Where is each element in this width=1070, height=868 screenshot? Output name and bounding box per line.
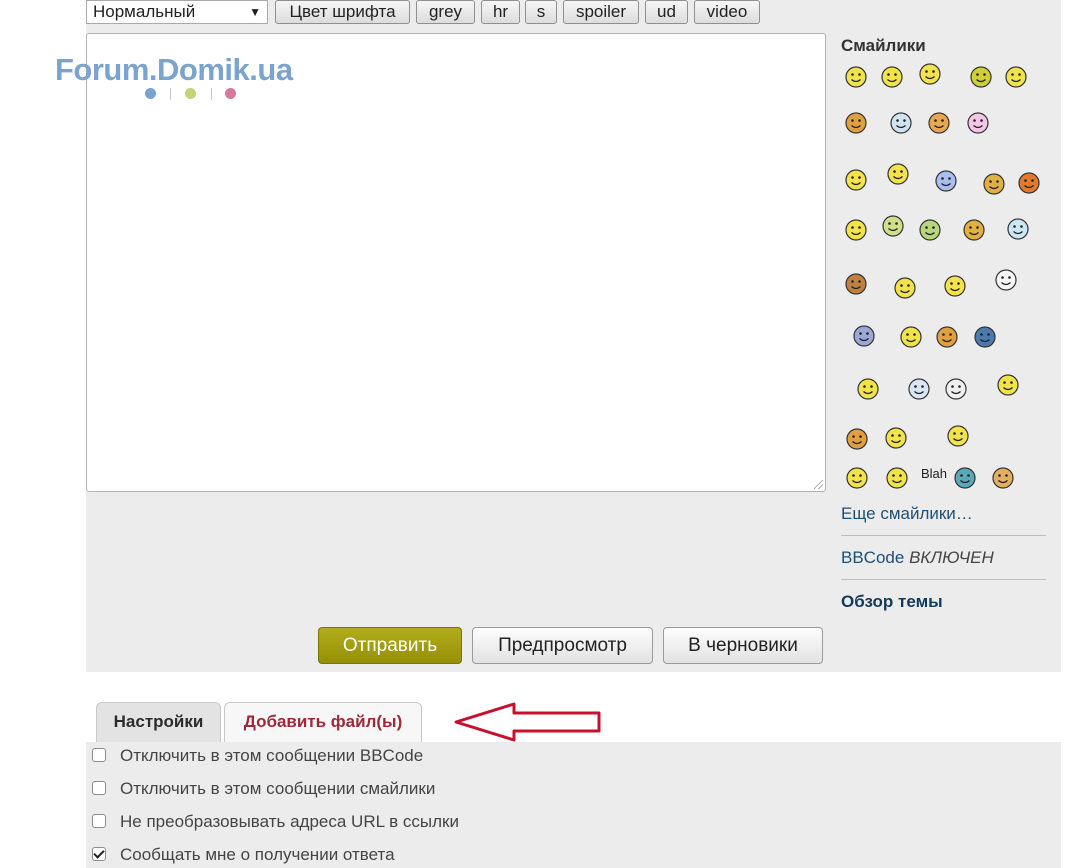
grey-button[interactable]: grey [416,0,475,24]
smiley-icon[interactable] [844,272,868,296]
option-label: Сообщать мне о получении ответа [120,845,395,864]
topic-review-link[interactable]: Обзор темы [841,592,943,612]
smiley-icon[interactable] [885,466,909,490]
smiley-icon[interactable] [907,377,931,401]
smiley-icon[interactable] [918,218,942,242]
smiley-icon[interactable] [966,111,990,135]
red-arrow-annotation [454,702,601,742]
smiley-icon[interactable] [918,62,942,86]
smiley-icon[interactable] [927,111,951,135]
font-color-button[interactable]: Цвет шрифта [275,0,410,24]
tab-settings[interactable]: Настройки [96,702,221,742]
smiley-icon[interactable] [946,424,970,448]
sidebar-divider [841,535,1046,536]
smilies-title: Смайлики [841,36,926,55]
font-size-value: Нормальный [93,2,196,21]
checkbox[interactable] [92,814,106,828]
smiley-icon[interactable] [884,426,908,450]
option-label: Отключить в этом сообщении BBCode [120,746,424,765]
option-label: Не преобразовывать адреса URL в ссылки [120,812,459,831]
forum-logo-watermark: Forum.Domik.ua [55,52,293,87]
logo-dots [145,86,245,102]
smiley-icon[interactable] [943,274,967,298]
submit-button[interactable]: Отправить [318,627,462,664]
smiley-icon[interactable] [994,268,1018,292]
spoiler-button[interactable]: spoiler [563,0,639,24]
hr-button[interactable]: hr [481,0,520,24]
smiley-icon[interactable] [889,111,913,135]
smiley-blah-text: Blah [921,466,948,481]
dropdown-arrow-icon: ▼ [249,5,261,19]
smiley-icon[interactable] [844,111,868,135]
tab-add-files[interactable]: Добавить файл(ы) [224,702,422,742]
smiley-icon[interactable] [899,325,923,349]
smiley-icon[interactable] [880,65,904,89]
smiley-icon[interactable] [991,466,1015,490]
sidebar-divider [841,579,1046,580]
smiley-icon[interactable] [845,466,869,490]
checkbox[interactable] [92,847,106,861]
smiley-icon[interactable] [969,65,993,89]
more-smilies-link[interactable]: Еще смайлики… [841,504,973,524]
option-label: Отключить в этом сообщении смайлики [120,779,436,798]
smiley-icon[interactable] [852,324,876,348]
smiley-icon[interactable] [844,168,868,192]
smiley-icon[interactable] [881,214,905,238]
smiley-icon[interactable] [996,373,1020,397]
smiley-icon[interactable] [844,218,868,242]
smiley-icon[interactable] [953,466,977,490]
smiley-icon[interactable] [944,377,968,401]
font-size-select[interactable]: Нормальный ▼ [86,0,268,24]
smiley-icon[interactable] [935,325,959,349]
checkbox[interactable] [92,748,106,762]
save-draft-button[interactable]: В черновики [663,627,823,664]
bbcode-label[interactable]: BBCode [841,548,904,567]
smiley-icon[interactable] [1006,217,1030,241]
preview-button[interactable]: Предпросмотр [472,627,653,664]
smiley-icon[interactable] [845,427,869,451]
smiley-icon[interactable] [973,325,997,349]
checkbox[interactable] [92,781,106,795]
smiley-icon[interactable] [982,172,1006,196]
smiley-icon[interactable] [962,218,986,242]
strike-button[interactable]: s [525,0,557,24]
smiley-icon[interactable] [856,377,880,401]
resize-grip-icon[interactable] [814,480,823,489]
smiley-icon[interactable] [893,276,917,300]
smiley-icon[interactable] [844,65,868,89]
video-button[interactable]: video [694,0,760,24]
smiley-icon[interactable] [886,162,910,186]
bbcode-status: BBCode ВКЛЮЧЕН [841,548,994,568]
smiley-icon[interactable] [1004,65,1028,89]
bbcode-state: ВКЛЮЧЕН [909,548,994,567]
smiley-icon[interactable] [934,169,958,193]
smiley-icon[interactable] [1017,171,1041,195]
ud-button[interactable]: ud [645,0,688,24]
